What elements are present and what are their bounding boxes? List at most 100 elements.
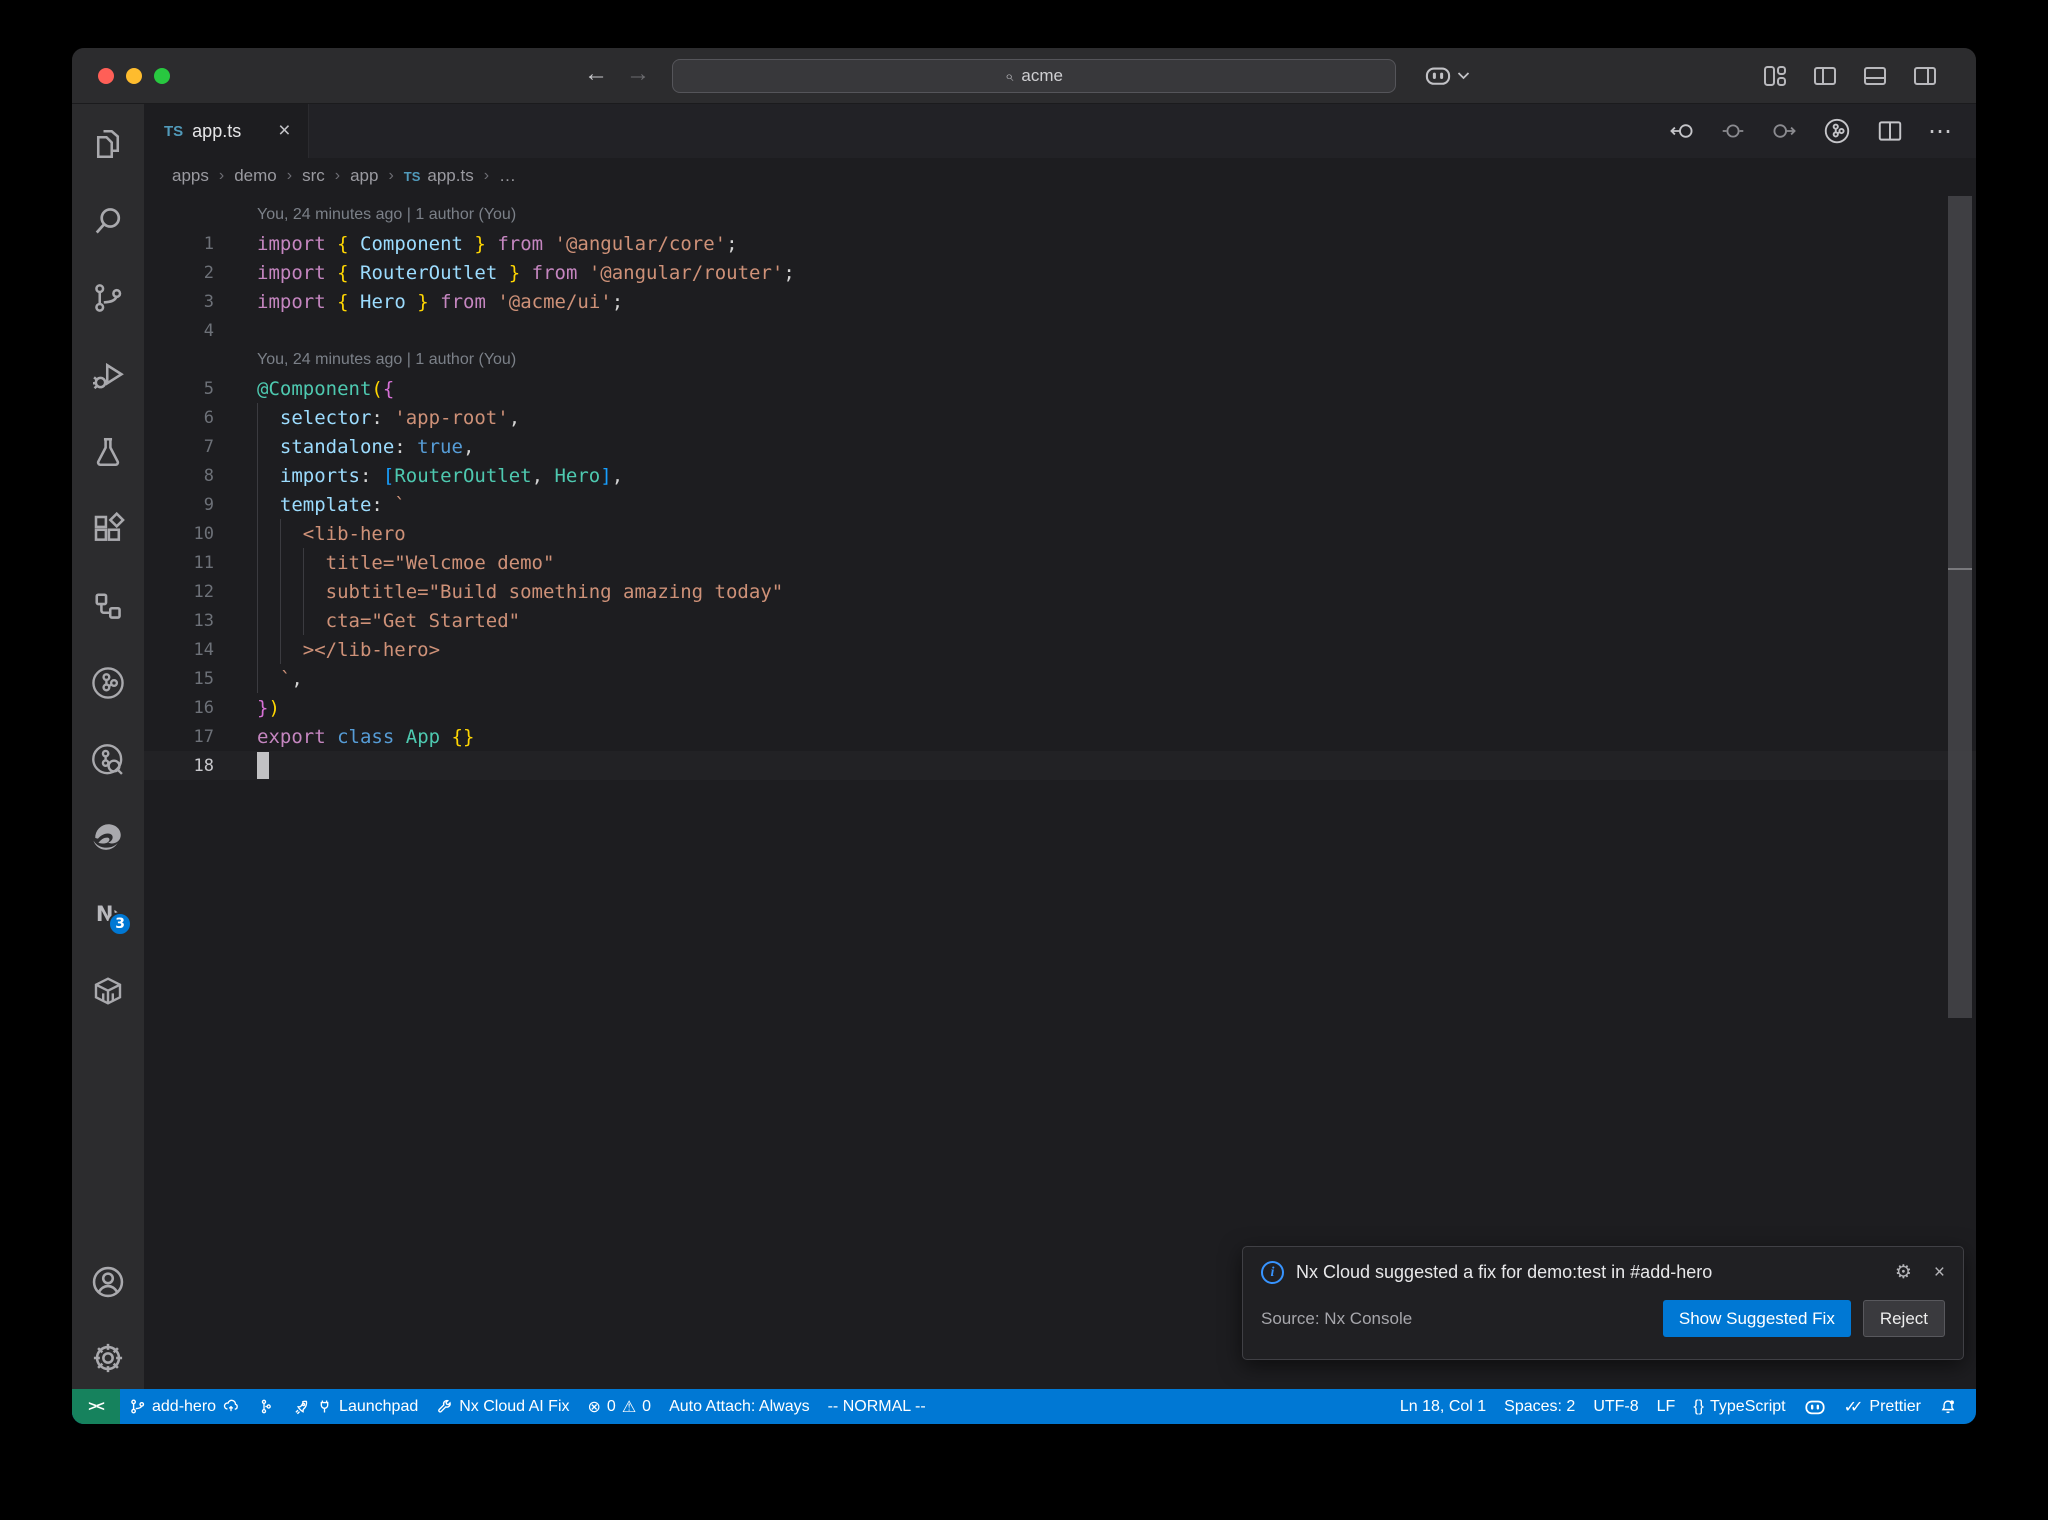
code-line: 11 title="Welcmoe demo" [144, 548, 1976, 577]
source-control-icon[interactable] [72, 276, 144, 320]
nx-project-graph-icon[interactable] [72, 661, 144, 705]
search-view-icon[interactable] [72, 199, 144, 243]
vscode-window: ← → ⌕ acme N› 3 TS app.ts × ⋯ apps › dem… [72, 48, 1976, 1424]
status-bar: >< add-hero Launchpad Nx Cloud AI Fix ⊗ … [72, 1389, 1976, 1424]
errors-icon: ⊗ [587, 1398, 601, 1416]
minimize-window-button[interactable] [126, 68, 142, 84]
command-center-search[interactable]: ⌕ acme [672, 59, 1396, 93]
vim-block-cursor [257, 752, 269, 779]
wrench-icon [438, 1399, 452, 1413]
zoom-window-button[interactable] [154, 68, 170, 84]
line-number: 2 [203, 262, 214, 283]
line-number: 7 [203, 436, 214, 457]
line-number: 15 [193, 668, 214, 689]
graph-search-icon[interactable] [72, 738, 144, 782]
commit-graph-item[interactable] [249, 1389, 283, 1424]
code-text: import { RouterOutlet } from '@angular/r… [257, 261, 795, 284]
line-number: 11 [193, 552, 214, 573]
info-icon: i [1261, 1261, 1284, 1284]
activity-bar: N› 3 [72, 104, 144, 1389]
code-text: export class App {} [257, 725, 475, 748]
notification-toast: i Nx Cloud suggested a fix for demo:test… [1242, 1246, 1964, 1360]
tab-close-icon[interactable]: × [278, 119, 290, 143]
breadcrumb-item[interactable]: src [302, 166, 325, 186]
notifications-bell-item[interactable] [1930, 1389, 1966, 1424]
code-editor[interactable]: You, 24 minutes ago | 1 author (You) 1 imp… [144, 194, 1976, 1389]
eol-item[interactable]: LF [1648, 1389, 1685, 1424]
settings-gear-icon[interactable] [72, 1336, 144, 1380]
split-editor-icon[interactable] [1876, 118, 1904, 144]
code-line: 4 [144, 316, 1976, 345]
code-line: 10 <lib-hero [144, 519, 1976, 548]
explorer-icon[interactable] [72, 122, 144, 166]
code-line: 3 import { Hero } from '@acme/ui'; [144, 287, 1976, 316]
line-number: 12 [193, 581, 214, 602]
next-change-icon[interactable] [1770, 118, 1798, 144]
accounts-icon[interactable] [72, 1260, 144, 1304]
notification-settings-icon[interactable]: ⚙ [1895, 1261, 1912, 1284]
containers-icon[interactable] [72, 969, 144, 1013]
reject-button[interactable]: Reject [1862, 1300, 1945, 1337]
project-structure-icon[interactable] [72, 584, 144, 628]
line-number: 5 [203, 378, 214, 399]
search-value: acme [1021, 66, 1063, 85]
git-branch-item[interactable]: add-hero [120, 1389, 249, 1424]
notification-close-icon[interactable]: × [1934, 1262, 1945, 1284]
blame-text: You, 24 minutes ago | 1 author (You) [257, 205, 517, 223]
run-debug-icon[interactable] [72, 353, 144, 397]
breadcrumb-item[interactable]: app [350, 166, 378, 186]
changes-icon[interactable] [1720, 118, 1746, 144]
toggle-panel-icon[interactable] [1862, 64, 1888, 88]
code-line: 18 [144, 751, 1976, 780]
code-text: subtitle="Build something amazing today" [257, 580, 784, 603]
language-mode-item[interactable]: {} TypeScript [1684, 1389, 1794, 1424]
code-text: <lib-hero [257, 522, 406, 545]
breadcrumb-symbol[interactable]: … [499, 166, 516, 186]
testing-icon[interactable] [72, 430, 144, 474]
extensions-icon[interactable] [72, 507, 144, 551]
editor-scrollbar[interactable] [1948, 196, 1972, 1018]
code-text: selector: 'app-root', [279, 406, 521, 429]
toggle-secondary-sidebar-icon[interactable] [1912, 64, 1938, 88]
nx-badge-count: 3 [108, 912, 133, 936]
nx-graph-action-icon[interactable] [1822, 116, 1852, 146]
remote-indicator[interactable]: >< [72, 1389, 120, 1424]
show-suggested-fix-button[interactable]: Show Suggested Fix [1662, 1300, 1851, 1337]
tab-app-ts[interactable]: TS app.ts × [144, 104, 310, 158]
customize-layout-icon[interactable] [1762, 64, 1788, 88]
formatter-item[interactable]: ✓✓ Prettier [1835, 1389, 1930, 1424]
copilot-icon [1805, 1400, 1825, 1415]
navigate-forward-icon[interactable]: → [626, 60, 650, 88]
indentation-item[interactable]: Spaces: 2 [1495, 1389, 1584, 1424]
warnings-icon: ⚠ [621, 1398, 637, 1416]
nx-cloud-ai-fix-item[interactable]: Nx Cloud AI Fix [427, 1389, 578, 1424]
typescript-file-icon: TS [403, 168, 421, 184]
chevron-right-icon: › [388, 167, 394, 184]
more-actions-icon[interactable]: ⋯ [1928, 117, 1954, 146]
breadcrumb-item[interactable]: demo [234, 166, 277, 186]
nx-console-icon[interactable]: N› 3 [72, 892, 144, 936]
encoding-item[interactable]: UTF-8 [1584, 1389, 1647, 1424]
problems-item[interactable]: ⊗ 0 ⚠ 0 [579, 1389, 661, 1424]
blame-annotation: You, 24 minutes ago | 1 author (You) [144, 200, 1976, 229]
breadcrumb-item[interactable]: apps [172, 166, 209, 186]
code-line: 12 subtitle="Build something amazing tod… [144, 577, 1976, 606]
breadcrumb-file[interactable]: TS app.ts [404, 166, 474, 186]
cursor-position-item[interactable]: Ln 18, Col 1 [1391, 1389, 1495, 1424]
copilot-menu-button[interactable] [1424, 63, 1470, 87]
navigate-back-icon[interactable]: ← [584, 60, 608, 88]
auto-attach-item[interactable]: Auto Attach: Always [660, 1389, 819, 1424]
double-check-icon: ✓✓ [1843, 1398, 1864, 1416]
close-window-button[interactable] [98, 68, 114, 84]
code-line: 6 selector: 'app-root', [144, 403, 1976, 432]
edge-tools-icon[interactable] [72, 815, 144, 859]
copilot-status-item[interactable] [1795, 1389, 1835, 1424]
typescript-file-icon: TS [164, 122, 184, 140]
launchpad-item[interactable]: Launchpad [283, 1389, 427, 1424]
toggle-primary-sidebar-icon[interactable] [1812, 64, 1838, 88]
vim-mode-indicator[interactable]: -- NORMAL -- [819, 1389, 935, 1424]
previous-change-icon[interactable] [1668, 118, 1696, 144]
blame-annotation: You, 24 minutes ago | 1 author (You) [144, 345, 1976, 374]
code-text: @Component({ [257, 377, 395, 400]
line-number: 8 [203, 465, 214, 486]
